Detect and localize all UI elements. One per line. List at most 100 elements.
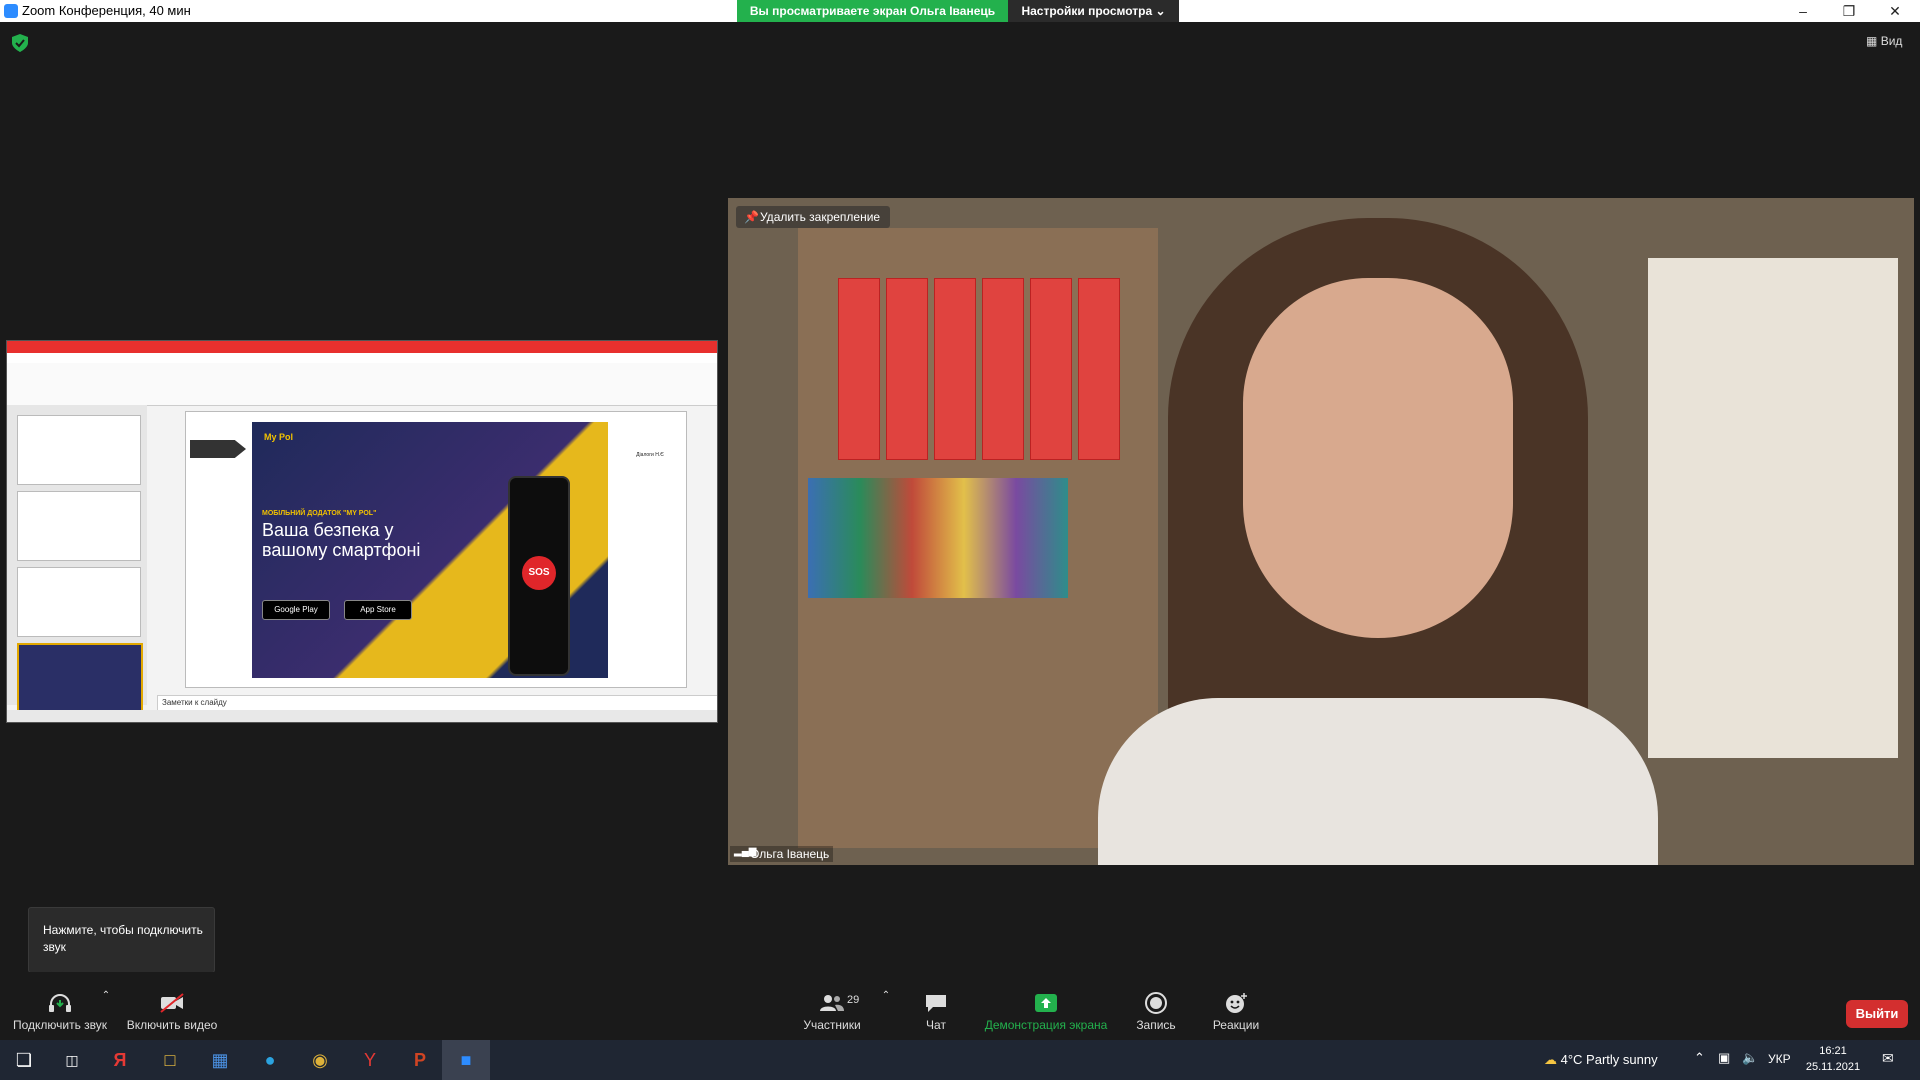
network-icon[interactable]: ▣ — [1718, 1050, 1730, 1066]
video-off-icon — [160, 993, 184, 1013]
mypol-logo: My Pol — [264, 432, 294, 442]
chat-label: Чат — [926, 1018, 946, 1032]
partly-sunny-icon: ☁ — [1544, 1052, 1557, 1067]
yandex-browser-icon[interactable]: Я — [96, 1040, 144, 1080]
slide-thumbnail-selected — [17, 643, 143, 715]
close-window-button[interactable]: ✕ — [1872, 0, 1918, 22]
clock[interactable]: 16:21 25.11.2021 — [1800, 1043, 1866, 1075]
join-audio-label: Подключить звук — [12, 1018, 108, 1032]
participant-name: Ольга Іванець — [750, 847, 830, 861]
dialogi-logo: Діалоги Н.Є — [636, 452, 664, 458]
microsoft-store-icon[interactable]: ▦ — [196, 1040, 244, 1080]
view-button[interactable]: ▦ Вид — [1866, 34, 1902, 48]
share-screen-icon — [1035, 994, 1057, 1012]
zoom-taskbar-icon[interactable]: ■ — [442, 1040, 490, 1080]
notifications-icon[interactable]: ✉ — [1882, 1050, 1894, 1067]
clock-time: 16:21 — [1819, 1045, 1847, 1057]
share-screen-label: Демонстрация экрана — [984, 1018, 1108, 1032]
windows-taskbar: ❏ ◫ Я □ ▦ ● ◉ Y P ■ ☁ 4°C Partly sunny ⌃… — [0, 1040, 1920, 1080]
join-audio-tooltip: Нажмите, чтобы подключить звук — [28, 907, 215, 973]
viewing-screen-banner: Вы просматриваете экран Ольга Іванець — [737, 0, 1008, 22]
weather-widget[interactable]: ☁ 4°C Partly sunny — [1544, 1052, 1658, 1068]
grid-icon: ▦ — [1866, 34, 1878, 48]
tooltip-text: Нажмите, чтобы подключить звук — [43, 923, 203, 954]
language-indicator[interactable]: УКР — [1768, 1052, 1791, 1066]
wall-drawings — [1648, 258, 1898, 758]
powerpoint-ribbon — [7, 363, 717, 406]
powerpoint-ribbon-tabs — [7, 353, 717, 363]
chat-button[interactable]: Чат — [900, 972, 972, 1040]
leave-meeting-button[interactable]: Выйти — [1846, 1000, 1908, 1028]
tray-chevron-up-icon[interactable]: ⌃ — [1694, 1050, 1705, 1066]
current-slide: My Pol МОБІЛЬНИЙ ДОДАТОК "MY POL" Ваша б… — [185, 411, 687, 688]
unpin-label: Удалить закрепление — [760, 210, 881, 224]
pin-icon: 📌 — [744, 210, 759, 224]
slide-thumbnails-panel — [7, 405, 147, 715]
participants-button[interactable]: Участники — [792, 972, 872, 1040]
slide-notes: Заметки к слайду — [157, 695, 717, 711]
sos-button-image: SOS — [522, 556, 556, 590]
task-view-icon[interactable]: ◫ — [48, 1040, 96, 1080]
app-store-badge: App Store — [344, 600, 412, 620]
record-icon — [1145, 992, 1167, 1014]
participants-chevron-up-icon[interactable]: ⌃ — [876, 990, 896, 1010]
slide-thumbnail — [17, 415, 141, 485]
binder — [886, 278, 928, 460]
weather-text: 4°C Partly sunny — [1560, 1052, 1658, 1067]
audio-options-chevron-up-icon[interactable]: ⌃ — [96, 990, 116, 1010]
zoom-icon — [4, 4, 18, 18]
phone-mockup: SOS — [508, 476, 570, 676]
clock-date: 25.11.2021 — [1805, 1061, 1861, 1073]
record-label: Запись — [1136, 1018, 1176, 1032]
slide-main-text: Ваша безпека у вашому смартфоні — [262, 520, 421, 560]
unpin-button[interactable]: 📌 Удалить закрепление — [736, 206, 891, 228]
reactions-smiley-icon — [1226, 993, 1247, 1013]
headphones-icon — [49, 994, 71, 1012]
slide-arrow-shape — [190, 440, 246, 458]
participants-icon — [820, 995, 844, 1011]
share-screen-button[interactable]: Демонстрация экрана — [978, 972, 1114, 1040]
binder — [982, 278, 1024, 460]
chrome-browser-icon[interactable]: ◉ — [296, 1040, 344, 1080]
maximize-button[interactable]: ❐ — [1826, 0, 1872, 22]
slide-thumbnail — [17, 567, 141, 637]
chat-icon — [926, 995, 946, 1012]
binder — [838, 278, 880, 460]
person-body — [1098, 698, 1658, 865]
start-video-label: Включить видео — [126, 1018, 218, 1032]
encryption-shield-icon[interactable] — [12, 34, 28, 52]
participant-name-label: ▂▄▆ Ольга Іванець — [730, 846, 834, 862]
participant-video[interactable]: 📌 Удалить закрепление ▂▄▆ Ольга Іванець — [728, 198, 1914, 865]
signal-bars-icon: ▂▄▆ — [734, 846, 757, 857]
person-face — [1243, 278, 1513, 638]
file-explorer-icon[interactable]: □ — [146, 1040, 194, 1080]
powerpoint-icon[interactable]: P — [396, 1040, 444, 1080]
powerpoint-title-bar — [7, 341, 717, 353]
view-settings-button[interactable]: Настройки просмотра ⌄ — [1008, 0, 1179, 22]
start-video-button[interactable]: Включить видео — [120, 972, 224, 1040]
google-play-badge: Google Play — [262, 600, 330, 620]
minimize-button[interactable]: – — [1780, 0, 1826, 22]
meeting-toolbar: Подключить звук ⌃ Включить видео Участни… — [0, 972, 1920, 1040]
reactions-label: Реакции — [1212, 1018, 1260, 1032]
view-label: Вид — [1880, 34, 1903, 48]
window-title: Zoom Конференция, 40 мин — [22, 3, 191, 18]
participants-count: 29 — [847, 994, 860, 1006]
shared-screen[interactable]: My Pol МОБІЛЬНИЙ ДОДАТОК "MY POL" Ваша б… — [6, 340, 718, 723]
title-bar: Zoom Конференция, 40 мин Вы просматривае… — [0, 0, 1920, 22]
yandex-icon[interactable]: Y — [346, 1040, 394, 1080]
powerpoint-status-bar — [7, 710, 717, 722]
record-button[interactable]: Запись — [1120, 972, 1192, 1040]
reactions-button[interactable]: Реакции — [1200, 972, 1272, 1040]
volume-icon[interactable]: 🔈 — [1742, 1050, 1758, 1066]
binder — [1078, 278, 1120, 460]
slide-heading: МОБІЛЬНИЙ ДОДАТОК "MY POL" — [262, 510, 377, 517]
slide-banner-image: My Pol МОБІЛЬНИЙ ДОДАТОК "MY POL" Ваша б… — [252, 422, 608, 678]
participants-label: Участники — [803, 1018, 861, 1032]
slide-thumbnail — [17, 491, 141, 561]
books — [808, 478, 1068, 598]
edge-browser-icon[interactable]: ● — [246, 1040, 294, 1080]
binder — [1030, 278, 1072, 460]
windows-start-icon[interactable]: ❏ — [0, 1040, 48, 1080]
binder — [934, 278, 976, 460]
